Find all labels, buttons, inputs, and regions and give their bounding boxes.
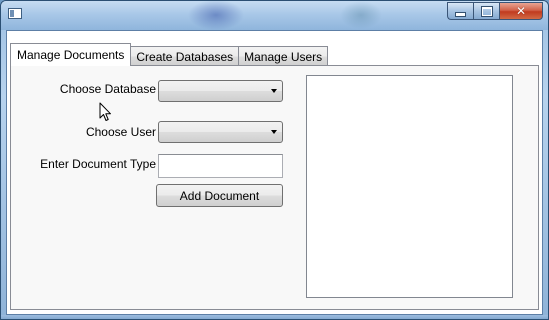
title-bar[interactable]: ✕ — [1, 1, 548, 30]
database-select[interactable] — [158, 80, 283, 102]
choose-user-label: Choose User — [85, 125, 156, 139]
minimize-icon — [455, 11, 466, 17]
tab-strip: Manage Documents Create Databases Manage… — [10, 43, 329, 66]
chevron-down-icon — [271, 89, 277, 93]
tab-create-databases[interactable]: Create Databases — [130, 46, 240, 66]
manage-documents-panel: Choose Database Choose User Enter Docume… — [10, 65, 539, 310]
tab-label: Manage Documents — [17, 48, 125, 62]
app-window: ✕ Manage Documents Create Databases Mana… — [0, 0, 549, 320]
maximize-button[interactable] — [473, 2, 499, 20]
document-type-label: Enter Document Type — [40, 157, 156, 171]
window-client-area: Manage Documents Create Databases Manage… — [6, 30, 543, 315]
document-type-input[interactable] — [158, 154, 283, 178]
window-controls: ✕ — [447, 2, 543, 21]
add-document-button-label: Add Document — [179, 188, 260, 203]
chevron-down-icon — [271, 130, 277, 134]
user-select[interactable] — [158, 121, 283, 143]
maximize-icon — [480, 5, 493, 17]
window-app-icon[interactable] — [8, 8, 22, 19]
documents-listbox[interactable] — [306, 75, 513, 298]
add-document-button[interactable]: Add Document — [156, 184, 283, 207]
minimize-button[interactable] — [447, 2, 473, 20]
mouse-pointer-icon — [99, 102, 111, 121]
tab-manage-users[interactable]: Manage Users — [238, 46, 329, 66]
tab-label: Create Databases — [136, 49, 234, 64]
tab-label: Manage Users — [244, 49, 323, 64]
choose-database-label: Choose Database — [59, 82, 156, 96]
tab-manage-documents[interactable]: Manage Documents — [10, 43, 132, 66]
close-button[interactable]: ✕ — [499, 2, 543, 20]
window-bottom-border — [1, 315, 548, 319]
close-icon: ✕ — [515, 4, 527, 18]
